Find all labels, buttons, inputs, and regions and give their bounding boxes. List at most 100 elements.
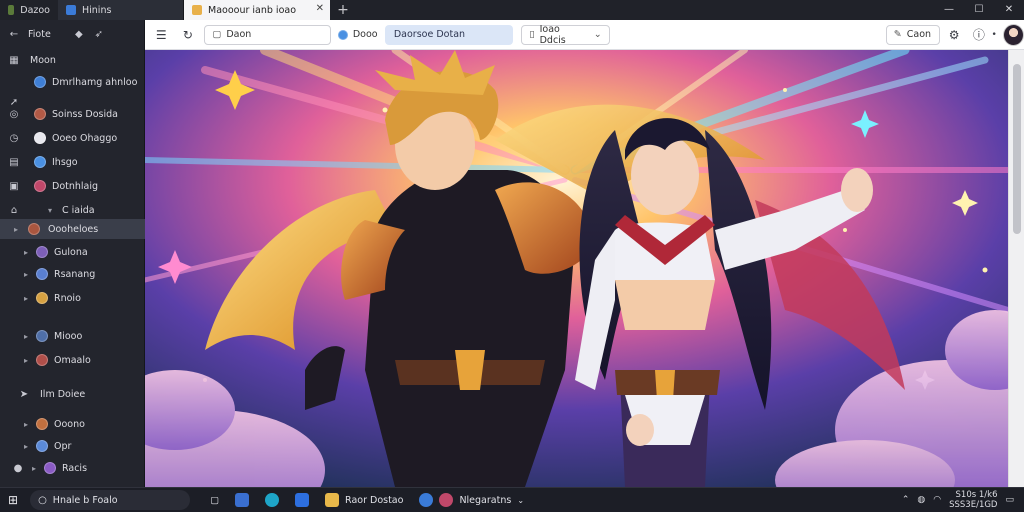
filter-pill-label: Daorsoe Dotan (393, 29, 466, 40)
active-tab[interactable]: Maooour ianb ioao ✕ (184, 0, 330, 20)
profile-icon (34, 76, 46, 88)
chevron-right-icon[interactable]: ▸ (30, 464, 38, 473)
taskbar-item-2[interactable]: Nlegaratns ⌄ (411, 493, 532, 507)
profile-dropdown[interactable]: Dooo (330, 24, 385, 45)
sidebar-back-label[interactable]: Fiote (28, 29, 51, 40)
task-view-icon[interactable]: ▢ (202, 495, 227, 506)
maximize-icon[interactable]: ☐ (964, 0, 994, 20)
scrollbar-thumb[interactable] (1013, 64, 1021, 234)
sidebar-item[interactable]: ▸ Gulona (0, 242, 145, 262)
sidebar-item[interactable]: ◷ Ooeo Ohaggo (0, 128, 145, 148)
sidebar-item[interactable]: ● ▸ Racis (0, 458, 145, 478)
store-icon[interactable] (287, 493, 317, 507)
sidebar-item-label: Opr (54, 440, 72, 452)
sidebar-item[interactable]: ▸ Omaalo (0, 350, 145, 370)
search-icon: ○ (38, 494, 47, 506)
sidebar-item-label: Dotnhlaig (52, 180, 99, 192)
chevron-right-icon[interactable]: ▸ (22, 420, 30, 429)
sidebar-item[interactable]: ▤ Ihsgo (0, 152, 145, 172)
active-tab-label: Maooour ianb ioao (208, 4, 297, 16)
sidebar-item[interactable]: ▸ Miooo (0, 326, 145, 346)
app-tab[interactable]: Dazoo (0, 0, 58, 20)
avatar-icon (36, 330, 48, 342)
sidebar-tab[interactable]: Hinins (58, 0, 184, 20)
clock[interactable]: S10s 1/k6 SSS3E/1GD (949, 490, 997, 510)
history-icon[interactable]: ↻ (177, 28, 198, 42)
shield-icon: ◎ (9, 108, 19, 120)
calendar-icon: ▣ (9, 180, 19, 192)
chevron-right-icon[interactable]: ▸ (22, 442, 30, 451)
vertical-scrollbar[interactable] (1008, 50, 1024, 487)
close-window-icon[interactable]: ✕ (994, 0, 1024, 20)
sidebar-item-label: Ihsgo (52, 156, 78, 168)
sidebar-item-selected[interactable]: ▸ Oooheloes (0, 219, 145, 239)
chevron-right-icon[interactable]: ▸ (12, 225, 20, 234)
start-button[interactable]: ⊞ (0, 493, 26, 507)
notification-icon[interactable]: ▭ (1005, 495, 1014, 505)
chevron-right-icon[interactable]: ▸ (22, 332, 30, 341)
back-arrow-icon[interactable]: ← (8, 29, 20, 40)
chevron-up-icon[interactable]: ⌃ (902, 495, 910, 505)
action-button[interactable]: ✎ Caon (885, 24, 940, 45)
sidebar-item-label: Oooheloes (48, 223, 99, 235)
filter-pill[interactable]: Daorsoe Dotan (384, 24, 514, 45)
sidebar-item[interactable]: ▸ Opr (0, 436, 145, 456)
app-tab-label: Dazoo (20, 4, 50, 16)
clock-date: SSS3E/1GD (949, 500, 998, 510)
chevron-right-icon[interactable]: ▸ (22, 248, 30, 257)
taskbar-app-icon[interactable] (227, 493, 257, 507)
globe-icon (34, 156, 46, 168)
sidebar-nav-row: ← Fiote ◆ ➶ (0, 24, 145, 44)
sidebar-item[interactable]: Dmrlhamg ahnloo (0, 72, 145, 92)
avatar-icon (36, 354, 48, 366)
chevron-right-icon[interactable]: ▸ (22, 270, 30, 279)
wifi-icon[interactable]: ◠ (933, 495, 941, 505)
artwork-illustration (145, 50, 1008, 487)
bullet-icon: ● (13, 462, 23, 474)
sidebar-item-label: Miooo (54, 330, 83, 342)
sidebar-section-header[interactable]: ▦ Moon (0, 50, 145, 70)
sidebar-item[interactable]: ▸ Ooono (0, 414, 145, 434)
tag-icon[interactable]: ◆ (73, 29, 85, 40)
sidebar-item[interactable]: ▣ Dotnhlaig (0, 176, 145, 196)
sidebar-item[interactable]: ⌂ ▾ C iaida (0, 200, 145, 220)
clock-time: S10s 1/k6 (955, 490, 998, 500)
folder-icon (325, 493, 340, 507)
taskbar-search[interactable]: ○ Hnale b Foalo (30, 490, 191, 510)
search-select[interactable]: ▯ Ioao Ddcis ⌄ (521, 24, 610, 46)
more-icon[interactable]: • (989, 30, 999, 40)
chevron-down-icon[interactable]: ▾ (46, 206, 54, 215)
edge-icon[interactable] (257, 493, 287, 507)
taskbar-item-1-label: Raor Dostao (345, 494, 404, 506)
sidebar-item-label: Dmrlhamg ahnloo (52, 76, 138, 88)
sidebar-item-label: Ooono (54, 418, 85, 430)
pin-icon[interactable]: ➶ (93, 29, 105, 40)
avatar-icon (28, 223, 40, 235)
sidebar-item[interactable]: ◎ Soinss Dosida (0, 104, 145, 124)
sidebar-item-label: Soinss Dosida (52, 108, 118, 120)
toolbar: ☰ ↻ ▢ Daon Dooo Daorsoe Dotan ▯ Ioao Ddc… (145, 20, 1024, 50)
sidebar-tab-label: Hinins (82, 4, 112, 16)
menu-icon[interactable]: ☰ (145, 28, 177, 42)
sidebar-item[interactable]: ▸ Rnoio (0, 288, 145, 308)
user-avatar[interactable] (1002, 23, 1024, 46)
send-icon: ➤ (19, 388, 29, 400)
chevron-right-icon[interactable]: ▸ (22, 356, 30, 365)
profile-dropdown-value: Dooo (352, 29, 378, 40)
avatar-icon (36, 292, 48, 304)
sound-icon[interactable]: ◍ (917, 495, 925, 505)
sidebar-item[interactable]: ➤ Ilm Doiee (0, 384, 145, 404)
chevron-right-icon[interactable]: ▸ (22, 294, 30, 303)
browser-icon (419, 493, 434, 507)
sidebar-item[interactable]: ▸ Rsanang (0, 264, 145, 284)
taskbar: ⊞ ○ Hnale b Foalo ▢ Raor Dostao Nlegarat… (0, 487, 1024, 512)
close-tab-icon[interactable]: ✕ (316, 3, 324, 14)
minimize-icon[interactable]: — (934, 0, 964, 20)
new-tab-button[interactable]: + (330, 2, 356, 18)
taskbar-item-1[interactable]: Raor Dostao (317, 493, 411, 507)
extension-icon[interactable]: ⚙ (940, 28, 969, 42)
address-field[interactable]: ▢ Daon (204, 24, 331, 45)
avatar-icon (44, 462, 56, 474)
avatar-icon (439, 493, 454, 507)
info-icon[interactable]: ⓘ (968, 26, 989, 43)
